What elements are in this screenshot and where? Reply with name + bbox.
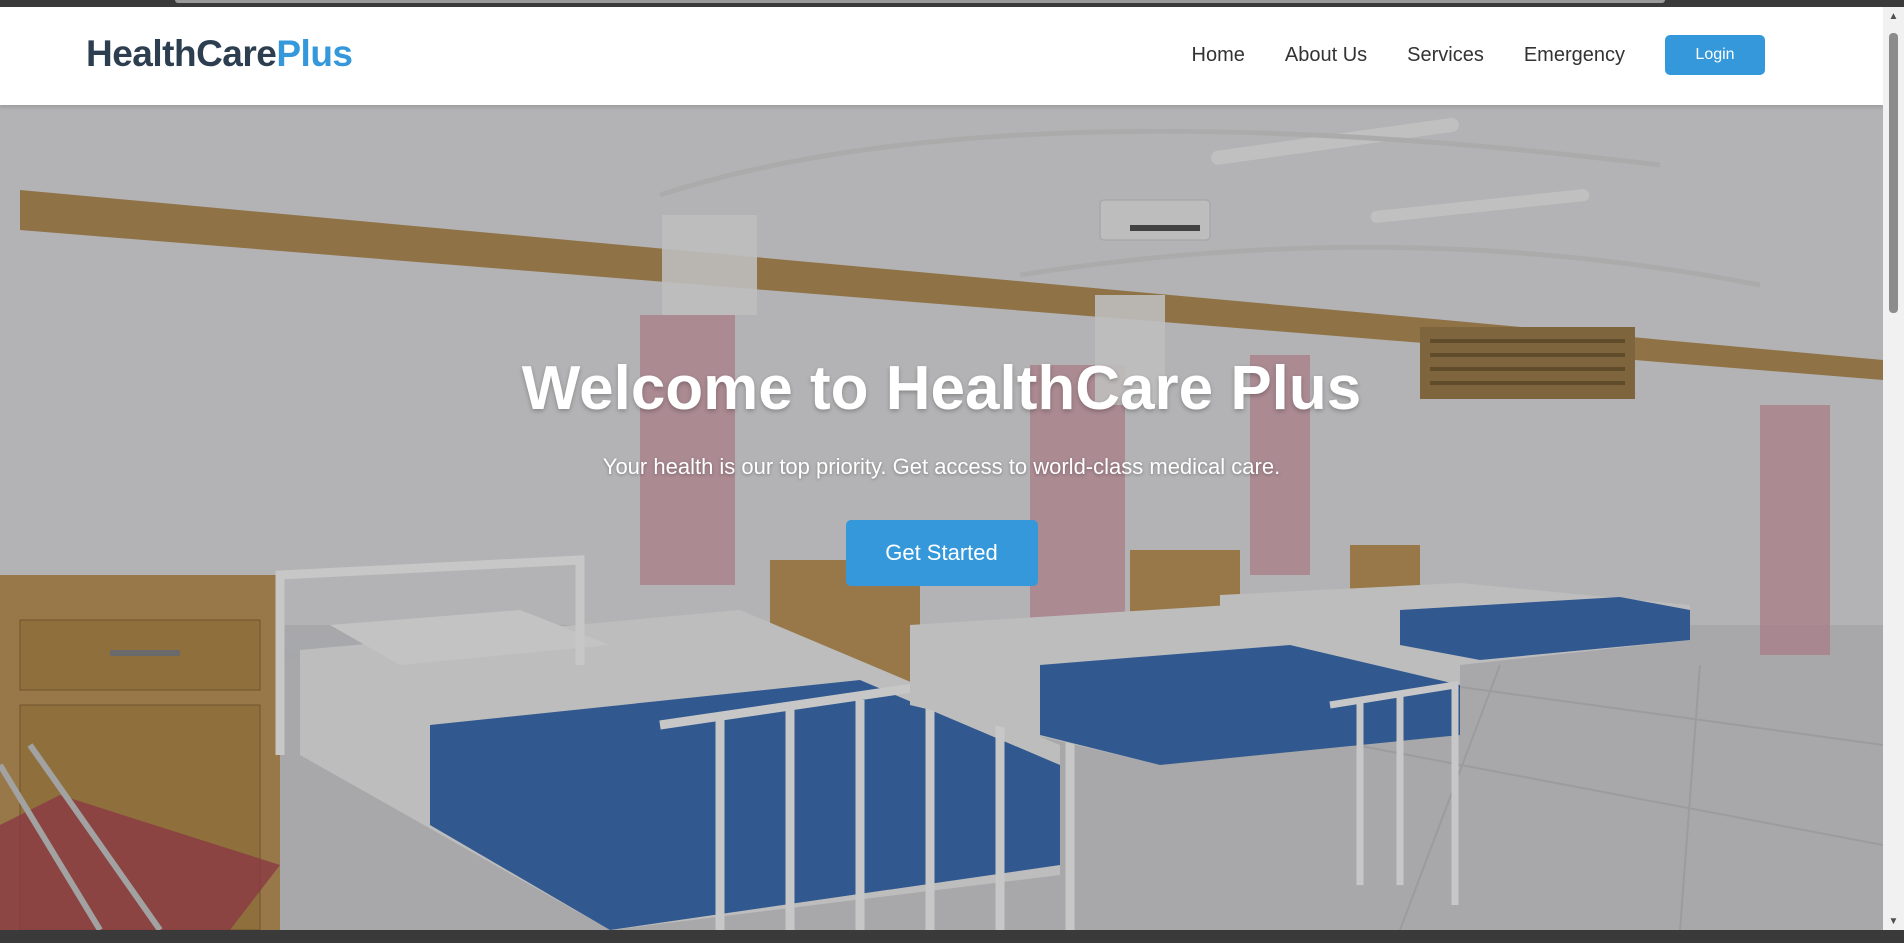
nav-link-about-us[interactable]: About Us bbox=[1285, 44, 1367, 67]
hero-subtitle: Your health is our top priority. Get acc… bbox=[602, 454, 1281, 479]
get-started-button[interactable]: Get Started bbox=[845, 520, 1038, 586]
scroll-up-arrow-icon[interactable]: ▲ bbox=[1883, 7, 1904, 25]
vertical-scrollbar[interactable]: ▲ ▼ bbox=[1883, 7, 1904, 930]
nav-link-home[interactable]: Home bbox=[1192, 44, 1245, 67]
scroll-down-arrow-icon[interactable]: ▼ bbox=[1883, 912, 1904, 930]
navbar: HealthCarePlus Home About Us Services Em… bbox=[0, 7, 1883, 105]
browser-tab-strip bbox=[175, 0, 1665, 3]
hero-content: Welcome to HealthCare Plus Your health i… bbox=[0, 353, 1883, 586]
logo[interactable]: HealthCarePlus bbox=[86, 33, 353, 75]
browser-top-bar bbox=[0, 0, 1904, 7]
nav-link-emergency[interactable]: Emergency bbox=[1524, 44, 1625, 67]
nav-link-services[interactable]: Services bbox=[1407, 44, 1484, 67]
page-viewport: HealthCarePlus Home About Us Services Em… bbox=[0, 7, 1883, 930]
login-button[interactable]: Login bbox=[1665, 35, 1765, 75]
browser-bottom-bar bbox=[0, 930, 1904, 943]
logo-accent-text: Plus bbox=[276, 33, 353, 74]
nav-links: Home About Us Services Emergency Login bbox=[1192, 35, 1765, 75]
hero-title: Welcome to HealthCare Plus bbox=[521, 354, 1362, 423]
logo-main-text: HealthCare bbox=[86, 33, 277, 74]
scroll-thumb[interactable] bbox=[1889, 33, 1898, 313]
hero-section: Welcome to HealthCare Plus Your health i… bbox=[0, 105, 1883, 930]
